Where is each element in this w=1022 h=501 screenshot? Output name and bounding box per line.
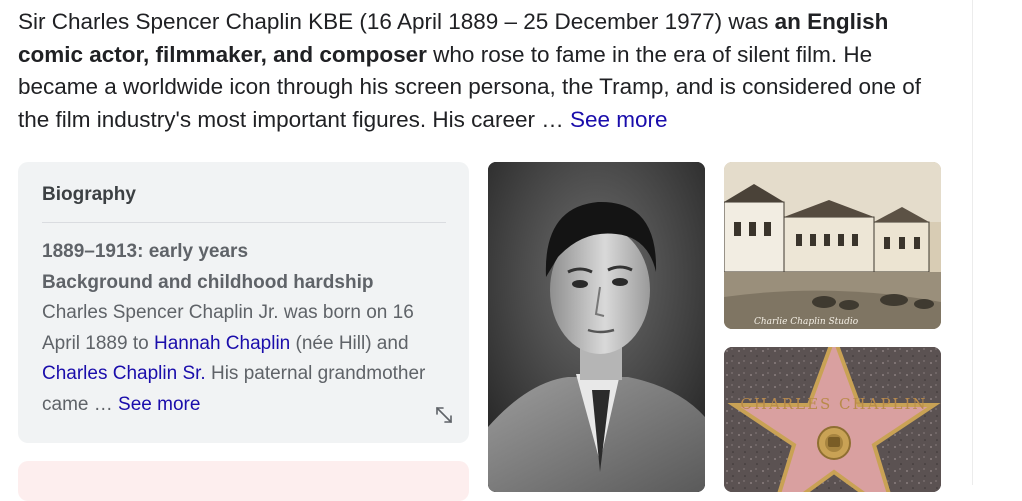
biography-text-2: (née Hill) and: [290, 332, 409, 354]
biography-card[interactable]: Biography 1889–1913: early years Backgro…: [18, 162, 469, 443]
walk-of-fame-star-image[interactable]: CHARLES CHAPLIN: [724, 347, 941, 492]
biography-see-more-link[interactable]: See more: [118, 394, 200, 415]
description-see-more-link[interactable]: See more: [570, 107, 668, 132]
studio-illustration: Charlie Chaplin Studio: [724, 162, 941, 329]
star-name-text: CHARLES CHAPLIN: [740, 395, 927, 413]
expand-diagonal-arrows-icon[interactable]: [433, 404, 455, 426]
description-text-start: Sir Charles Spencer Chaplin KBE (16 Apri…: [18, 9, 775, 34]
biography-title: Biography: [42, 184, 136, 205]
entity-description: Sir Charles Spencer Chaplin KBE (16 Apri…: [18, 6, 953, 136]
hannah-chaplin-link[interactable]: Hannah Chaplin: [154, 333, 290, 354]
biography-period-heading: 1889–1913: early years: [42, 241, 249, 262]
chaplin-portrait-image[interactable]: [488, 162, 705, 492]
studio-caption: Charlie Chaplin Studio: [754, 317, 859, 327]
biography-subheading: Background and childhood hardship: [42, 271, 374, 293]
next-info-card[interactable]: [18, 461, 469, 501]
portrait-illustration: [488, 162, 705, 492]
panel-edge-divider: [972, 0, 973, 485]
chaplin-studio-image[interactable]: Charlie Chaplin Studio: [724, 162, 941, 329]
star-illustration: CHARLES CHAPLIN: [724, 347, 941, 492]
biography-body: 1889–1913: early years Background and ch…: [42, 237, 452, 420]
charles-chaplin-sr-link[interactable]: Charles Chaplin Sr.: [42, 363, 206, 384]
biography-divider: [42, 222, 446, 223]
